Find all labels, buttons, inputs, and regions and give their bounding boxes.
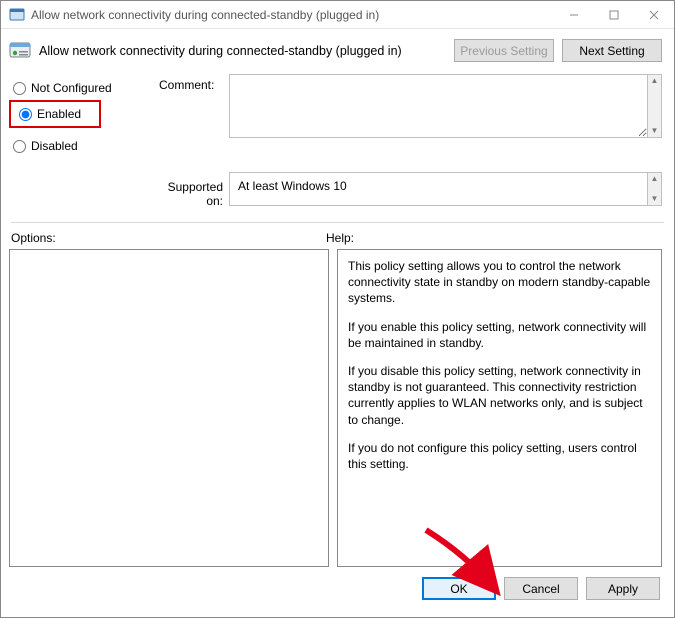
radio-group: Not Configured Enabled Disabled — [9, 70, 159, 158]
help-label: Help: — [326, 231, 354, 245]
header-row: Allow network connectivity during connec… — [1, 29, 674, 70]
comment-scrollbar[interactable]: ▲ ▼ — [648, 74, 662, 138]
help-paragraph: If you do not configure this policy sett… — [348, 440, 651, 472]
scroll-up-icon: ▲ — [651, 75, 659, 87]
radio-disabled-label: Disabled — [31, 139, 78, 153]
dialog-footer: OK Cancel Apply — [1, 567, 674, 600]
supported-scrollbar[interactable]: ▲ ▼ — [648, 172, 662, 206]
comment-label: Comment: — [159, 70, 229, 158]
previous-setting-button[interactable]: Previous Setting — [454, 39, 554, 62]
radio-enabled-label: Enabled — [37, 107, 81, 121]
supported-on-label: Supported on: — [159, 172, 229, 208]
policy-icon — [9, 40, 31, 62]
next-setting-button[interactable]: Next Setting — [562, 39, 662, 62]
window-title: Allow network connectivity during connec… — [31, 8, 554, 22]
help-paragraph: If you enable this policy setting, netwo… — [348, 319, 651, 351]
apply-button[interactable]: Apply — [586, 577, 660, 600]
scroll-up-icon: ▲ — [651, 173, 659, 185]
pane-labels: Options: Help: — [1, 223, 674, 249]
radio-not-configured-input[interactable] — [13, 82, 26, 95]
radio-disabled-input[interactable] — [13, 140, 26, 153]
title-bar: Allow network connectivity during connec… — [1, 1, 674, 29]
help-paragraph: If you disable this policy setting, netw… — [348, 363, 651, 428]
close-button[interactable] — [634, 1, 674, 29]
policy-heading: Allow network connectivity during connec… — [39, 44, 446, 58]
help-pane: This policy setting allows you to contro… — [337, 249, 662, 567]
supported-on-value: At least Windows 10 — [229, 172, 648, 206]
cancel-button[interactable]: Cancel — [504, 577, 578, 600]
scroll-down-icon: ▼ — [651, 125, 659, 137]
settings-upper-grid: Not Configured Enabled Disabled Comment:… — [1, 70, 674, 158]
maximize-button[interactable] — [594, 1, 634, 29]
radio-not-configured-label: Not Configured — [31, 81, 112, 95]
radio-enabled[interactable]: Enabled — [15, 102, 95, 126]
panes-row: This policy setting allows you to contro… — [1, 249, 674, 567]
scroll-down-icon: ▼ — [651, 193, 659, 205]
minimize-button[interactable] — [554, 1, 594, 29]
comment-textarea[interactable] — [229, 74, 648, 138]
radio-not-configured[interactable]: Not Configured — [9, 76, 159, 100]
enabled-highlight-annotation: Enabled — [9, 100, 101, 128]
supported-on-row: Supported on: At least Windows 10 ▲ ▼ — [1, 158, 674, 208]
help-paragraph: This policy setting allows you to contro… — [348, 258, 651, 307]
window-app-icon — [9, 7, 25, 23]
radio-disabled[interactable]: Disabled — [9, 134, 159, 158]
radio-enabled-input[interactable] — [19, 108, 32, 121]
options-label: Options: — [11, 231, 326, 245]
ok-button[interactable]: OK — [422, 577, 496, 600]
options-pane — [9, 249, 329, 567]
